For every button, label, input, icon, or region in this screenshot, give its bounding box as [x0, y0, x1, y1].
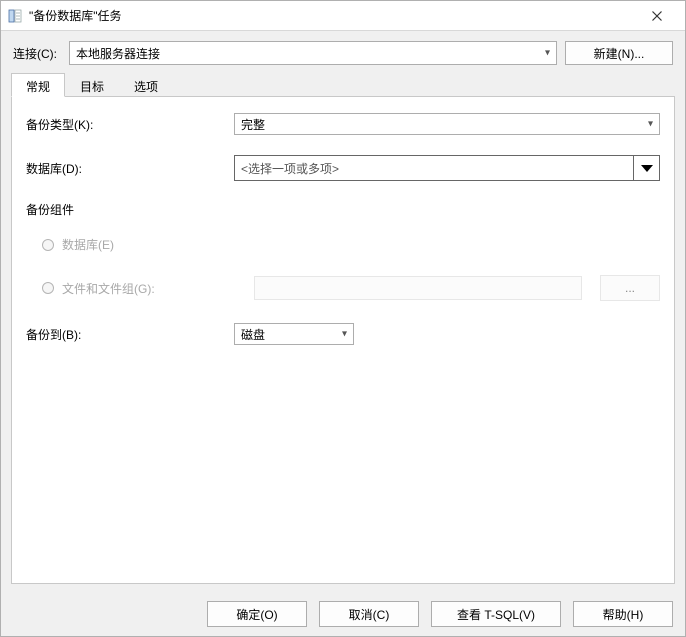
filegroup-input	[254, 276, 582, 300]
help-button[interactable]: 帮助(H)	[573, 601, 673, 627]
tab-destination-label: 目标	[80, 80, 104, 94]
radio-filegroup-label: 文件和文件组(G):	[62, 280, 254, 297]
view-tsql-label: 查看 T-SQL(V)	[457, 606, 535, 623]
cancel-label: 取消(C)	[349, 606, 390, 623]
backup-to-label: 备份到(B):	[26, 326, 234, 343]
footer: 确定(O) 取消(C) 查看 T-SQL(V) 帮助(H)	[1, 592, 685, 636]
backup-to-value: 磁盘	[241, 326, 265, 343]
radio-filegroup	[42, 282, 54, 294]
tab-destination[interactable]: 目标	[65, 73, 119, 97]
backup-to-row: 备份到(B): 磁盘 ▾	[26, 323, 660, 345]
backup-type-label: 备份类型(K):	[26, 116, 234, 133]
window-title: "备份数据库"任务	[29, 7, 637, 24]
database-dropdown-arrow[interactable]	[633, 156, 659, 180]
tab-body-general: 备份类型(K): 完整 ▾ 数据库(D): <选择一项或多项> 备份组件	[11, 97, 675, 584]
ellipsis-icon: ...	[625, 281, 635, 295]
new-connection-button[interactable]: 新建(N)...	[565, 41, 673, 65]
tab-options-label: 选项	[134, 80, 158, 94]
triangle-down-icon	[641, 165, 653, 172]
backup-to-select[interactable]: 磁盘 ▾	[234, 323, 354, 345]
database-row: 数据库(D): <选择一项或多项>	[26, 155, 660, 181]
connection-value: 本地服务器连接	[76, 45, 160, 62]
close-icon	[652, 11, 662, 21]
database-multiselect[interactable]: <选择一项或多项>	[234, 155, 660, 181]
backup-component-label: 备份组件	[26, 201, 660, 218]
backup-type-select[interactable]: 完整 ▾	[234, 113, 660, 135]
tab-options[interactable]: 选项	[119, 73, 173, 97]
tab-general[interactable]: 常规	[11, 73, 65, 97]
titlebar: "备份数据库"任务	[1, 1, 685, 31]
cancel-button[interactable]: 取消(C)	[319, 601, 419, 627]
database-label: 数据库(D):	[26, 160, 234, 177]
chevron-down-icon: ▾	[648, 119, 653, 130]
ok-button[interactable]: 确定(O)	[207, 601, 307, 627]
chevron-down-icon: ▾	[545, 48, 550, 59]
chevron-down-icon: ▾	[342, 329, 347, 340]
connection-label: 连接(C):	[13, 45, 61, 62]
radio-filegroup-row: 文件和文件组(G): ...	[26, 275, 660, 301]
database-placeholder: <选择一项或多项>	[235, 156, 633, 180]
dialog-window: "备份数据库"任务 连接(C): 本地服务器连接 ▾ 新建(N)... 常规 目…	[0, 0, 686, 637]
tab-strip: 常规 目标 选项	[1, 73, 685, 97]
radio-database	[42, 239, 54, 251]
ok-label: 确定(O)	[236, 606, 277, 623]
tab-general-label: 常规	[26, 80, 50, 94]
app-icon	[7, 8, 23, 24]
connection-row: 连接(C): 本地服务器连接 ▾ 新建(N)...	[1, 31, 685, 73]
new-connection-label: 新建(N)...	[594, 45, 645, 62]
connection-select[interactable]: 本地服务器连接 ▾	[69, 41, 557, 65]
help-label: 帮助(H)	[603, 606, 644, 623]
close-button[interactable]	[637, 2, 677, 30]
radio-database-label: 数据库(E)	[62, 236, 114, 253]
filegroup-browse-button: ...	[600, 275, 660, 301]
view-tsql-button[interactable]: 查看 T-SQL(V)	[431, 601, 561, 627]
backup-type-value: 完整	[241, 116, 265, 133]
radio-database-row: 数据库(E)	[26, 236, 660, 253]
backup-type-row: 备份类型(K): 完整 ▾	[26, 113, 660, 135]
